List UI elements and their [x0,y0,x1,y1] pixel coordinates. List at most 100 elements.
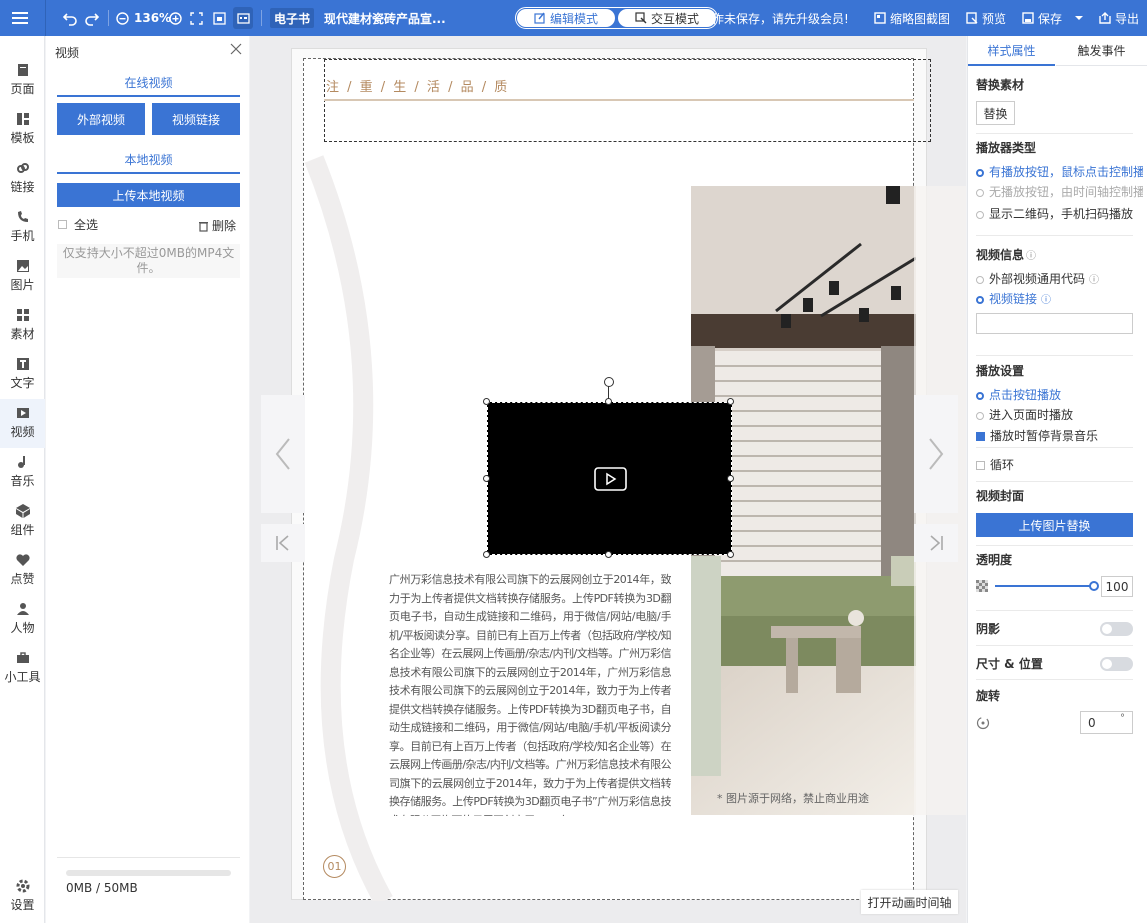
resize-handle[interactable] [605,398,612,405]
player-option-label: 有播放按钮，鼠标点击控制播 [989,165,1143,179]
delete-button[interactable]: 删除 [198,217,236,234]
fullscreen-button[interactable] [190,0,203,36]
zoom-out-button[interactable] [116,0,129,36]
document-title[interactable]: 现代建材瓷砖产品宣... [324,0,446,36]
rotate-input[interactable]: 0 ° [1080,711,1133,734]
nav-item-component[interactable]: 组件 [0,497,45,546]
radio-dot [976,411,984,420]
info-option-1[interactable]: 视频链接 ⓘ [976,290,1051,307]
play-option-1[interactable]: 进入页面时播放 [976,406,1073,423]
component-icon [15,504,30,518]
first-page-button[interactable] [261,524,305,562]
thumbnail-button[interactable]: 缩略图截图 [874,0,950,36]
nav-item-image[interactable]: 图片 [0,252,45,301]
nav-item-template[interactable]: 模板 [0,105,45,154]
upload-local-video-button[interactable]: 上传本地视频 [57,183,240,207]
resize-handle[interactable] [727,475,734,482]
checkbox-box [58,220,67,229]
save-dropdown-button[interactable] [1074,0,1084,36]
first-page-icon [276,535,289,551]
nav-item-link[interactable]: 链接 [0,154,45,203]
video-element[interactable] [487,402,732,555]
nav-label: 人物 [10,621,35,635]
close-panel-button[interactable] [230,43,242,58]
player-option-0[interactable]: 有播放按钮，鼠标点击控制播 [976,163,1143,180]
nav-item-like[interactable]: 点赞 [0,546,45,595]
grid-button[interactable] [213,0,226,36]
nav-item-material[interactable]: 素材 [0,301,45,350]
tab-style[interactable]: 样式属性 [968,36,1055,66]
pause-bg-music-checkbox[interactable]: 播放时暂停背景音乐 [976,427,1098,444]
nav-item-phone[interactable]: 手机 [0,203,45,252]
resize-handle[interactable] [727,398,734,405]
checkbox-box [976,432,985,441]
export-button[interactable]: 导出 [1099,0,1139,36]
resize-handle[interactable] [483,398,490,405]
upload-cover-button[interactable]: 上传图片替换 [976,513,1133,537]
zoom-level: 136% [134,11,172,25]
player-option-label: 无播放按钮，由时间轴控制播 [989,185,1143,199]
online-video-title: 在线视频 [124,76,173,90]
tab-trigger[interactable]: 触发事件 [1056,36,1147,66]
phone-icon [17,211,28,222]
preview-button[interactable]: 预览 [966,0,1006,36]
resize-handle[interactable] [483,551,490,558]
nav-label: 图片 [10,278,35,292]
redo-button[interactable] [84,0,100,36]
nav-label: 页面 [10,82,35,96]
play-option-0[interactable]: 点击按钮播放 [976,386,1061,403]
prev-page-button[interactable] [261,395,305,513]
nav-item-settings[interactable]: 设置 [0,872,45,921]
rotate-handle[interactable] [604,377,614,387]
menu-button[interactable] [12,0,30,36]
nav-item-page[interactable]: 页面 [0,56,45,105]
nav-item-text[interactable]: 文字 [0,350,45,399]
player-option-1[interactable]: 无播放按钮，由时间轴控制播 [976,183,1143,200]
size-position-toggle[interactable] [1100,657,1133,671]
play-option-label: 点击按钮播放 [989,388,1062,402]
animation-timeline-button[interactable]: 打开动画时间轴 [861,890,958,914]
player-option-2[interactable]: 显示二维码，手机扫码播放 [976,205,1143,222]
info-icon: ⓘ [1089,275,1100,286]
shadow-toggle[interactable] [1100,622,1133,636]
info-option-0[interactable]: 外部视频通用代码 ⓘ [976,270,1099,287]
checkbox-box [976,461,985,470]
radio-dot [976,275,984,284]
radio-dot [976,188,984,197]
interactive-icon [635,12,647,24]
next-page-button[interactable] [914,395,958,513]
opacity-slider-handle[interactable] [1089,581,1099,591]
body-paragraph[interactable]: 广州万彩信息技术有限公司旗下的云展网创立于2014年，致力于为上传者提供文档转换… [389,571,671,816]
video-link-input[interactable] [976,313,1133,334]
editor-canvas[interactable]: 注 / 重 / 生 / 活 / 品 / 质 * 图片源于网络，禁止商业用途 广州… [250,36,966,923]
replace-button[interactable]: 替换 [976,101,1015,125]
delete-label: 删除 [212,219,237,233]
settings-icon [16,879,29,893]
nav-item-video[interactable]: 视频 [0,399,45,448]
nav-label: 小工具 [4,670,41,684]
zoom-in-button[interactable] [169,0,182,36]
edit-mode-tab[interactable]: 编辑模式 [517,9,615,27]
opacity-value[interactable]: 100 [1101,576,1133,597]
video-link-button[interactable]: 视频链接 [152,103,240,135]
left-nav: 页面 模板 链接 手机 图片 素材 文字 视频 音乐 组件 点赞 人物 小工具 … [0,36,45,923]
save-button[interactable]: 保存 [1022,0,1062,36]
loop-checkbox[interactable]: 循环 [976,456,1014,473]
external-video-button[interactable]: 外部视频 [57,103,145,135]
select-all-checkbox[interactable]: 全选 [58,216,98,233]
resize-handle[interactable] [605,551,612,558]
undo-button[interactable] [62,0,78,36]
caret-down-icon [1075,16,1083,20]
resize-handle[interactable] [483,475,490,482]
play-icon[interactable] [594,467,627,491]
chevron-left-icon [275,438,290,470]
opacity-slider[interactable] [995,585,1095,587]
last-page-button[interactable] [914,524,958,562]
ruler-button[interactable] [233,7,253,29]
resize-handle[interactable] [727,551,734,558]
nav-item-tools[interactable]: 小工具 [0,644,45,693]
ruler-icon [236,12,250,24]
nav-item-music[interactable]: 音乐 [0,448,45,497]
nav-item-person[interactable]: 人物 [0,595,45,644]
header-line [324,99,914,101]
